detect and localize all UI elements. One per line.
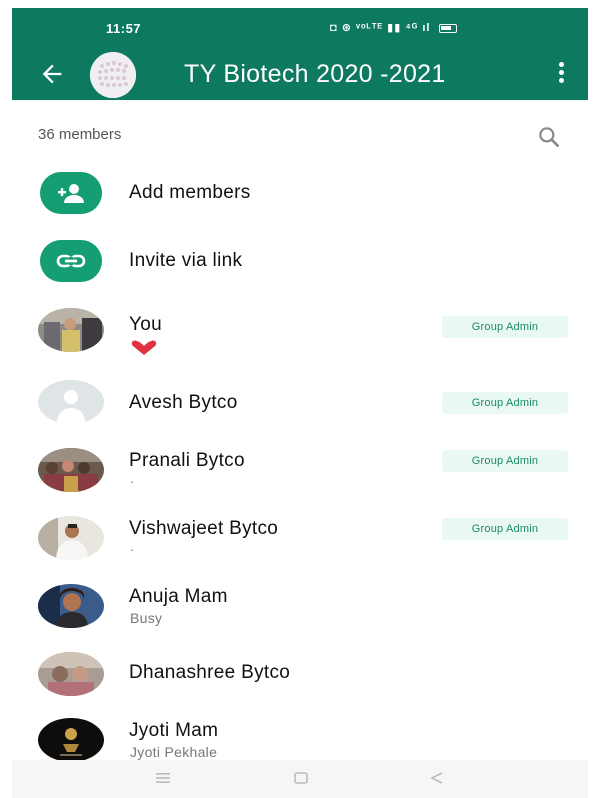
arrow-back-icon [42, 64, 62, 84]
system-nav-bar [12, 760, 588, 798]
invite-link-label: Invite via link [129, 250, 243, 271]
more-options-button[interactable] [550, 62, 572, 88]
status-icons: ◘ ⊛ ᵛᵒᴸᵀᴱ ▮▮ ⁴ᴳ ıl [330, 21, 457, 34]
member-name: You [129, 314, 162, 335]
group-admin-badge: Group Admin [442, 450, 568, 472]
default-avatar-icon [38, 380, 104, 424]
screen: 11:57 ◘ ⊛ ᵛᵒᴸᵀᴱ ▮▮ ⁴ᴳ ıl TY Biotech 2020… [12, 8, 588, 798]
member-row-you[interactable]: You Group Admin [12, 308, 588, 372]
group-title[interactable]: TY Biotech 2020 -2021 [184, 60, 446, 89]
triangle-back-icon [430, 772, 443, 784]
back-button[interactable] [36, 60, 68, 88]
avatar [38, 308, 104, 352]
status-indicators: ◘ ⊛ ᵛᵒᴸᵀᴱ ▮▮ ⁴ᴳ ıl [330, 22, 431, 34]
member-name: Jyoti Mam [129, 720, 219, 741]
heart-icon [131, 340, 157, 355]
group-avatar[interactable] [90, 52, 136, 98]
group-admin-badge: Group Admin [442, 316, 568, 338]
toolbar: TY Biotech 2020 -2021 [12, 48, 588, 100]
member-name: Dhanashree Bytco [129, 662, 291, 683]
group-admin-badge: Group Admin [442, 518, 568, 540]
menu-icon [156, 773, 170, 783]
member-about: Busy [130, 610, 163, 626]
avatar [38, 584, 104, 628]
members-header: 36 members [12, 120, 588, 150]
member-about: Jyoti Pekhale [130, 744, 218, 760]
add-person-icon [40, 172, 102, 214]
status-bar: 11:57 ◘ ⊛ ᵛᵒᴸᵀᴱ ▮▮ ⁴ᴳ ıl [12, 8, 588, 48]
member-row-vishwajeet[interactable]: Vishwajeet Bytco . Group Admin [12, 516, 588, 580]
group-admin-badge: Group Admin [442, 392, 568, 414]
member-about: . [130, 538, 135, 554]
avatar [38, 652, 104, 696]
member-name: Avesh Bytco [129, 392, 238, 413]
recents-button[interactable] [154, 770, 172, 786]
member-row-dhanashree[interactable]: Dhanashree Bytco [12, 652, 588, 716]
avatar [38, 718, 104, 762]
app-bar: 11:57 ◘ ⊛ ᵛᵒᴸᵀᴱ ▮▮ ⁴ᴳ ıl TY Biotech 2020… [12, 8, 588, 100]
avatar [38, 448, 104, 492]
group-photo [90, 52, 136, 98]
more-vert-icon [558, 62, 564, 67]
avatar [38, 516, 104, 560]
add-members-label: Add members [129, 182, 251, 203]
member-row-anuja[interactable]: Anuja Mam Busy [12, 584, 588, 648]
add-members-row[interactable]: Add members [12, 172, 588, 236]
battery-icon [438, 23, 457, 33]
invite-link-row[interactable]: Invite via link [12, 240, 588, 304]
status-time: 11:57 [106, 21, 142, 36]
member-name: Vishwajeet Bytco [129, 518, 279, 539]
member-row-avesh[interactable]: Avesh Bytco Group Admin [12, 380, 588, 444]
link-icon [40, 240, 102, 282]
member-about: . [130, 470, 135, 486]
square-icon [294, 772, 308, 784]
member-row-pranali[interactable]: Pranali Bytco . Group Admin [12, 448, 588, 512]
search-members-button[interactable] [536, 124, 562, 150]
home-button[interactable] [292, 770, 310, 786]
back-nav-button[interactable] [428, 770, 446, 786]
member-name: Pranali Bytco [129, 450, 245, 471]
member-name: Anuja Mam [129, 586, 228, 607]
search-icon [539, 127, 559, 147]
member-count: 36 members [38, 126, 122, 143]
